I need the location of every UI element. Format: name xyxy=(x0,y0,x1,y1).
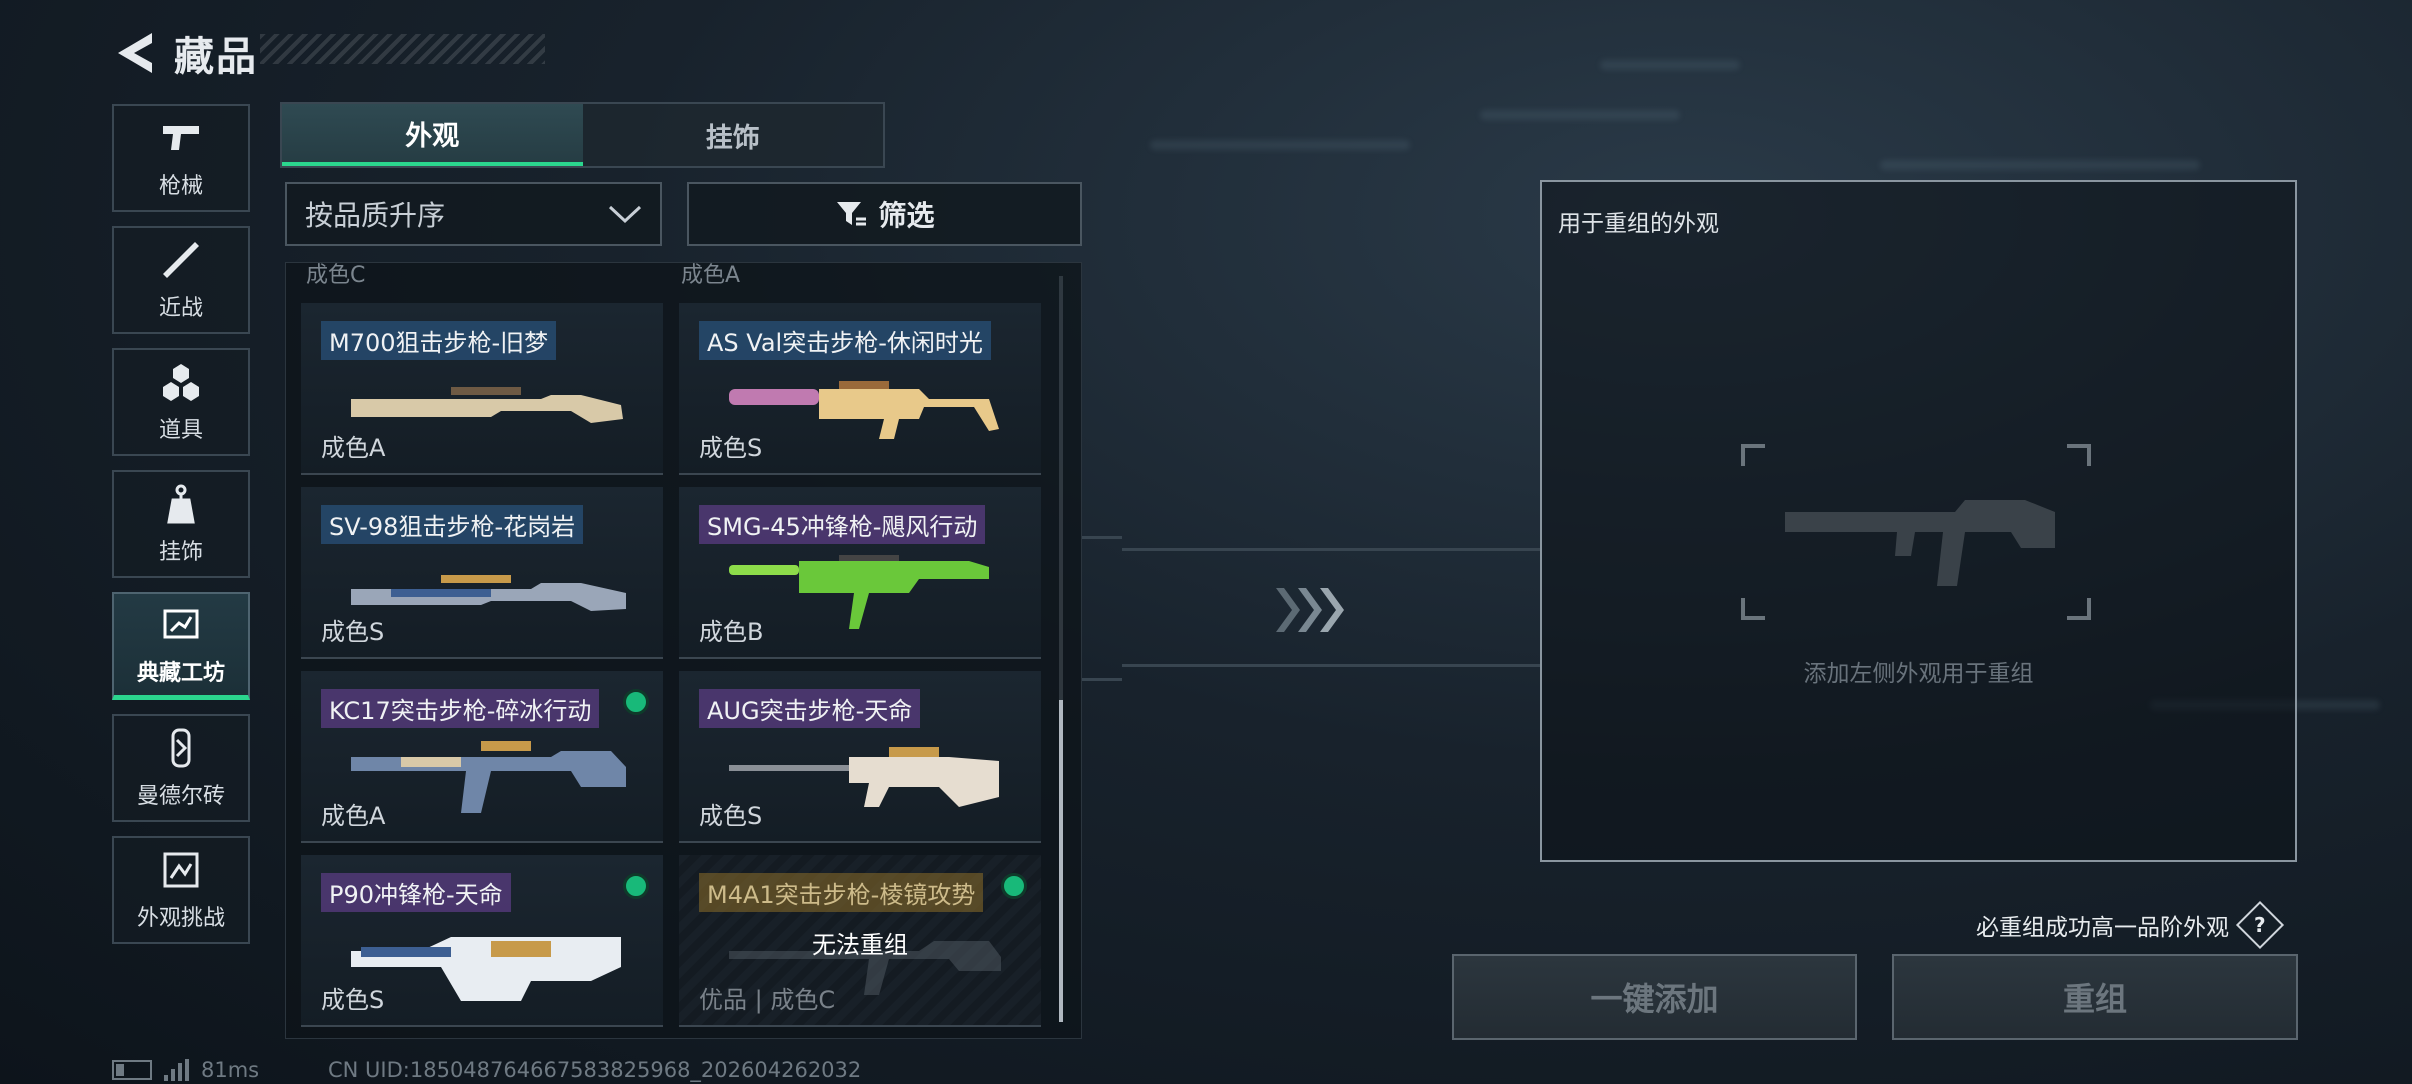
connector-line xyxy=(1122,548,1540,551)
help-icon[interactable]: ? xyxy=(2235,900,2285,950)
partial-grade: 成色A xyxy=(681,263,741,288)
guarantee-text: 必重组成功高一品阶外观 xyxy=(1976,915,2229,941)
smg-image xyxy=(351,937,621,1001)
page-title: 藏品 xyxy=(174,34,258,80)
triple-chevron-icon xyxy=(1276,588,1344,632)
sidebar-item-label: 道具 xyxy=(158,418,203,443)
items-icon xyxy=(163,364,199,401)
skin-card[interactable]: P90冲锋枪-天命 成色S xyxy=(301,855,663,1027)
partial-grade: 成色C xyxy=(306,263,366,288)
sidebar-item-label: 典藏工坊 xyxy=(136,660,225,686)
challenge-icon xyxy=(163,852,199,888)
skin-grade: 成色S xyxy=(699,434,763,462)
filter-label: 筛选 xyxy=(878,199,935,232)
skin-card[interactable]: SV-98狙击步枪-花岗岩 成色S xyxy=(301,487,663,659)
skin-name: SV-98狙击步枪-花岗岩 xyxy=(321,505,584,544)
knife-icon xyxy=(163,242,199,278)
skin-grade: 成色S xyxy=(321,986,385,1014)
remix-hint: 添加左侧外观用于重组 xyxy=(1803,661,2034,687)
sniper-rifle-image xyxy=(351,575,626,611)
tab-bar: 外观 挂饰 xyxy=(280,102,885,168)
brick-icon xyxy=(171,728,191,768)
skin-card-disabled[interactable]: M4A1突击步枪-棱镜攻势 无法重组 优品 | 成色C xyxy=(679,855,1041,1027)
guarantee-note: 必重组成功高一品阶外观 ? xyxy=(1976,900,2285,950)
selected-indicator xyxy=(1001,873,1027,899)
ping-value: 81ms xyxy=(201,1058,260,1082)
skin-name: KC17突击步枪-碎冰行动 xyxy=(321,689,600,728)
sidebar-item-items[interactable]: 道具 xyxy=(112,348,250,456)
skin-name: AS Val突击步枪-休闲时光 xyxy=(699,321,991,360)
connector-line xyxy=(1082,678,1122,681)
sidebar-item-charms[interactable]: 挂饰 xyxy=(112,470,250,578)
remix-panel-title: 用于重组的外观 xyxy=(1558,211,1719,237)
workshop-icon xyxy=(163,609,199,638)
sort-dropdown[interactable]: 按品质升序 xyxy=(285,182,662,246)
skin-grade: 成色B xyxy=(699,618,764,646)
sidebar-item-guns[interactable]: 枪械 xyxy=(112,104,250,212)
charm-icon xyxy=(167,484,195,524)
remix-panel: 用于重组的外观 添加左侧外观用于重组 xyxy=(1540,180,2297,862)
skin-name: P90冲锋枪-天命 xyxy=(321,873,511,912)
sidebar-item-bricks[interactable]: 曼德尔砖 xyxy=(112,714,250,822)
skin-grade: 成色A xyxy=(321,802,386,830)
add-all-button[interactable]: 一键添加 xyxy=(1452,954,1857,1040)
skin-card[interactable]: AUG突击步枪-天命 成色S xyxy=(679,671,1041,843)
cannot-remix-label: 无法重组 xyxy=(812,931,908,959)
filter-icon xyxy=(837,202,867,226)
empty-slot-rifle-icon[interactable] xyxy=(1725,436,2107,628)
sidebar-item-workshop[interactable]: 典藏工坊 xyxy=(112,592,250,700)
skin-card[interactable]: SMG-45冲锋枪-飓风行动 成色B xyxy=(679,487,1041,659)
tab-charms[interactable]: 挂饰 xyxy=(583,104,884,166)
skin-grade: 成色A xyxy=(321,434,386,462)
connector-line xyxy=(1082,536,1122,539)
skin-grade: 成色S xyxy=(321,618,385,646)
signal-icon xyxy=(164,1059,189,1081)
selected-indicator xyxy=(623,873,649,899)
tab-appearance[interactable]: 外观 xyxy=(282,104,583,166)
skin-list[interactable]: 成色C 成色A M700狙击步枪-旧梦 成色A AS Val突击步枪-休闲时光 … xyxy=(285,262,1082,1039)
sidebar-item-label: 外观挑战 xyxy=(136,906,225,931)
sidebar-item-challenge[interactable]: 外观挑战 xyxy=(112,836,250,944)
sidebar-item-label: 近战 xyxy=(158,296,203,321)
skin-card[interactable]: KC17突击步枪-碎冰行动 成色A xyxy=(301,671,663,843)
rifle-image xyxy=(729,381,999,439)
sort-value: 按品质升序 xyxy=(305,199,446,232)
sidebar-item-label: 枪械 xyxy=(158,174,203,199)
connector-line xyxy=(1122,664,1540,667)
user-uid: CN UID:185048764667583825968_20260426203… xyxy=(328,1058,862,1082)
header: 藏品 xyxy=(112,24,258,82)
sidebar-item-label: 曼德尔砖 xyxy=(136,784,225,809)
skin-name: M700狙击步枪-旧梦 xyxy=(321,321,557,360)
skin-grade: 优品 | 成色C xyxy=(699,986,836,1014)
sidebar-item-label: 挂饰 xyxy=(158,540,203,565)
rifle-image xyxy=(729,747,999,807)
filter-button[interactable]: 筛选 xyxy=(687,182,1082,246)
skin-card[interactable]: M700狙击步枪-旧梦 成色A xyxy=(301,303,663,475)
skin-name: SMG-45冲锋枪-飓风行动 xyxy=(699,505,986,544)
title-decoration xyxy=(260,34,545,64)
skin-card[interactable]: AS Val突击步枪-休闲时光 成色S xyxy=(679,303,1041,475)
skin-name: M4A1突击步枪-棱镜攻势 xyxy=(699,873,984,912)
battery-icon xyxy=(112,1060,152,1080)
pistol-icon xyxy=(163,126,199,150)
status-bar: 81ms xyxy=(112,1058,259,1082)
back-arrow-icon[interactable] xyxy=(112,29,156,77)
sidebar-item-melee[interactable]: 近战 xyxy=(112,226,250,334)
scrollbar-thumb[interactable] xyxy=(1059,700,1063,1022)
remix-button[interactable]: 重组 xyxy=(1892,954,2298,1040)
chevron-down-icon xyxy=(608,205,642,224)
skin-grade: 成色S xyxy=(699,802,763,830)
selected-indicator xyxy=(623,689,649,715)
skin-name: AUG突击步枪-天命 xyxy=(699,689,921,728)
